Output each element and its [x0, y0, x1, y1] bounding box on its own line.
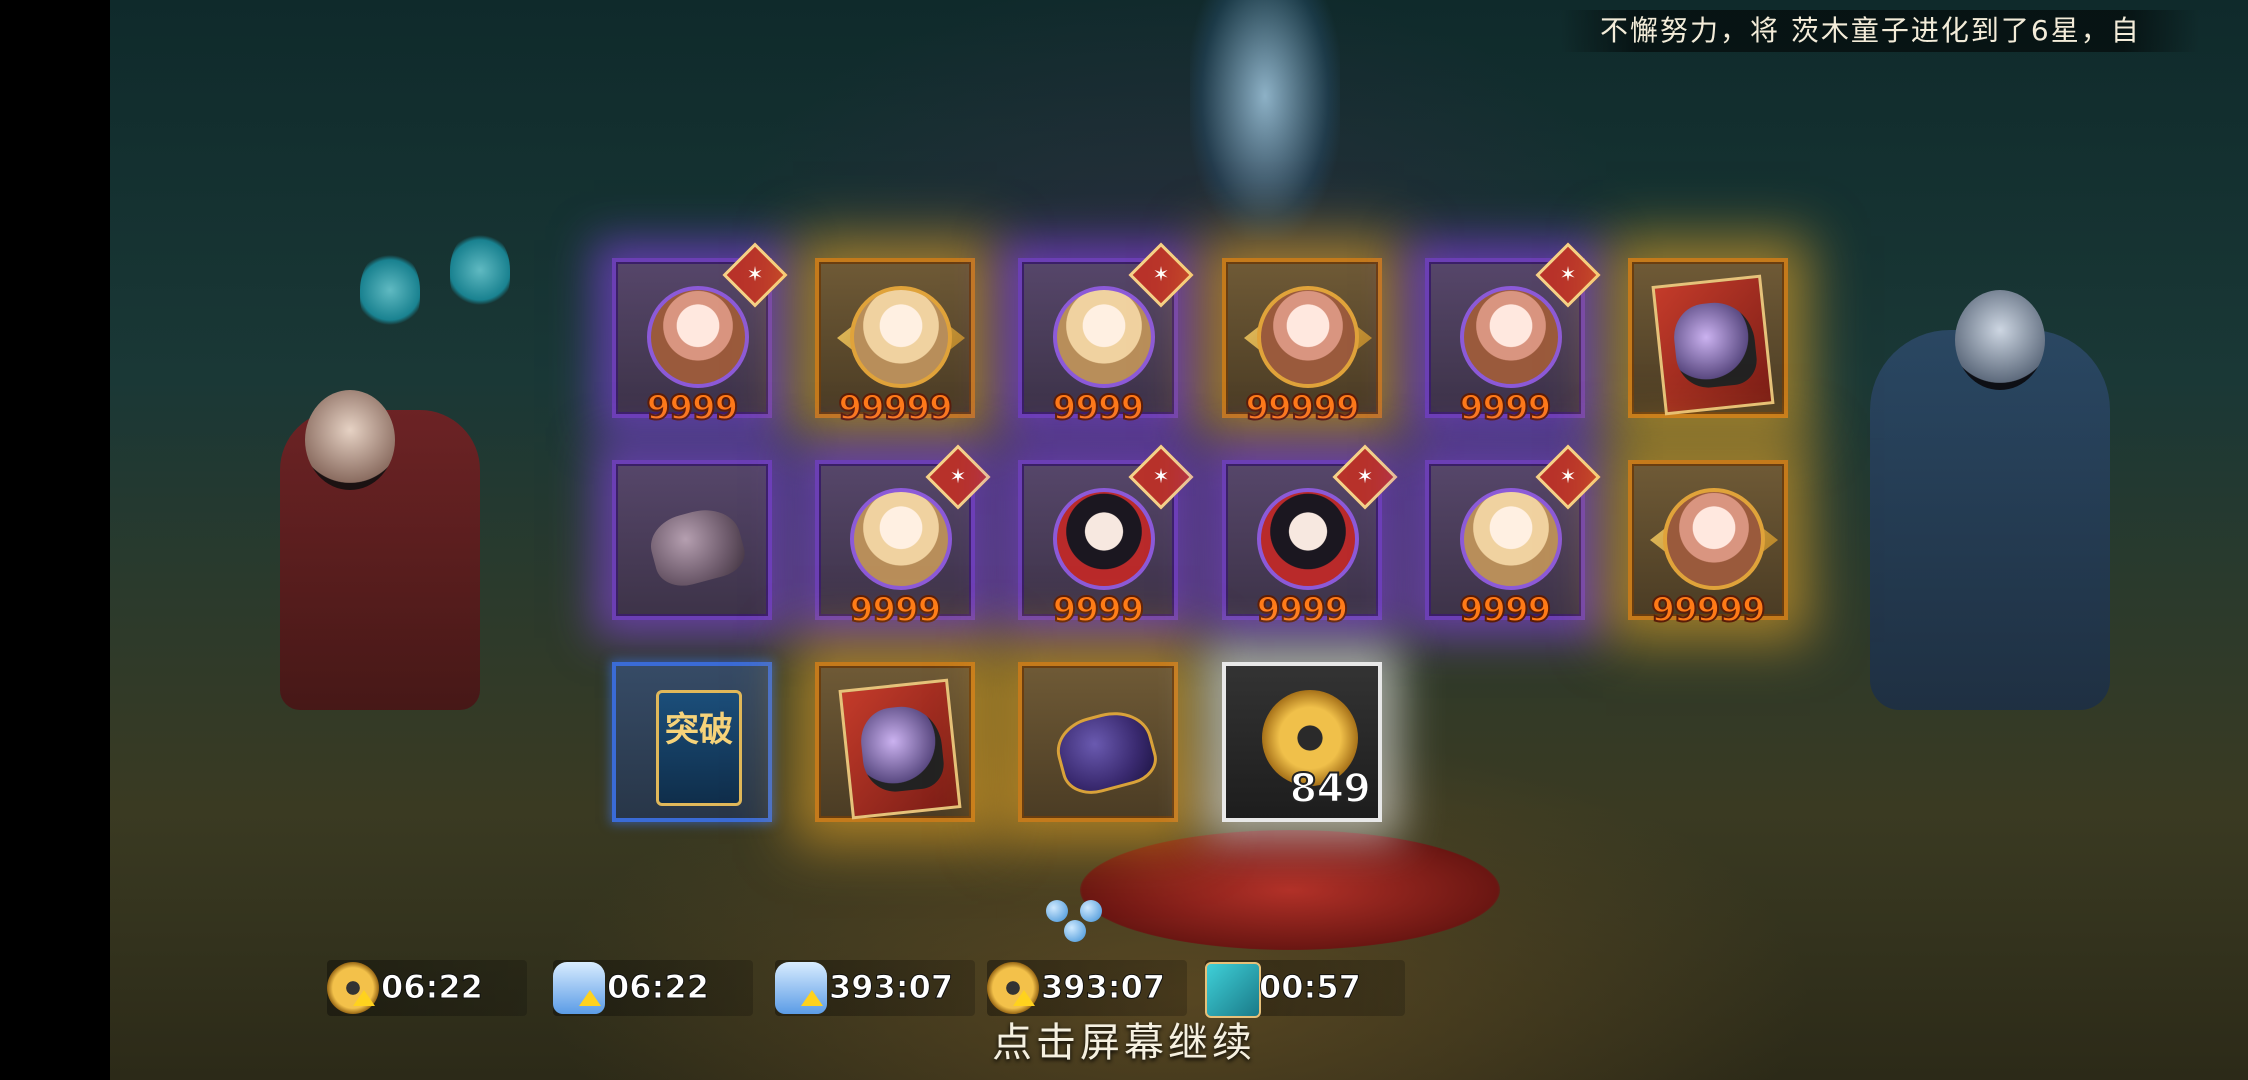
reward-item[interactable]: ✶ 9999 [1018, 242, 1194, 429]
dragon-card-icon [1651, 274, 1775, 416]
magatama-stone-icon [1049, 702, 1163, 802]
blue-flame-icon [360, 250, 420, 330]
boost-timer: 06:22 [553, 960, 753, 1016]
shikigami-portrait-icon [1257, 286, 1359, 388]
reward-item[interactable]: 99999 [815, 258, 975, 429]
shikigami-portrait-icon [850, 488, 952, 590]
reward-item[interactable]: ✶ 9999 [612, 242, 788, 429]
shikigami-portrait-icon [1053, 286, 1155, 388]
timer-text: 00:57 [1259, 968, 1362, 1007]
blue-flame-icon [450, 230, 510, 310]
up-arrow-icon [579, 990, 601, 1006]
reward-quantity: 9999 [1052, 589, 1146, 631]
broom-icon: ✶ [1152, 262, 1170, 286]
timer-text: 06:22 [381, 968, 484, 1007]
reward-item[interactable]: ✶ 9999 [1425, 444, 1601, 631]
reward-item[interactable] [612, 460, 772, 620]
boost-timer: 393:07 [987, 960, 1187, 1016]
dragon-card-icon [838, 678, 962, 820]
red-cushion [1080, 830, 1500, 950]
coin-boost-icon [987, 962, 1039, 1014]
tap-to-continue[interactable]: 点击屏幕继续 [0, 1010, 2248, 1068]
breakthrough-scroll-icon: 突破 [656, 690, 742, 806]
broom-icon: ✶ [1356, 464, 1374, 488]
shikigami-portrait-icon [1053, 488, 1155, 590]
reward-quantity: 9999 [1052, 387, 1146, 429]
shikigami-portrait-icon [1460, 488, 1562, 590]
timer-text: 393:07 [828, 968, 954, 1007]
reward-item[interactable]: ✶ 9999 [1222, 444, 1398, 631]
up-arrow-icon [1013, 990, 1035, 1006]
shikigami-portrait-icon [1257, 488, 1359, 590]
reward-item[interactable]: ✶ 9999 [1018, 444, 1194, 631]
shikigami-portrait-icon [647, 286, 749, 388]
broom-icon: ✶ [1559, 464, 1577, 488]
reward-item[interactable]: 突破 [612, 662, 772, 822]
reward-item[interactable]: 99999 [1628, 460, 1788, 631]
broom-icon: ✶ [949, 464, 967, 488]
reward-item[interactable]: ✶ 9999 [815, 444, 991, 631]
reward-item[interactable]: ✶ 9999 [1425, 242, 1601, 429]
ticker-text: 不懈努力，将 茨木童子进化到了6星，自 [1600, 14, 2141, 47]
shikigami-portrait-icon [850, 286, 952, 388]
boost-timer: 393:07 [775, 960, 975, 1016]
reward-item[interactable] [815, 662, 975, 822]
battle-scene-background[interactable] [110, 0, 2248, 1080]
reward-quantity: 99999 [1650, 589, 1766, 631]
reward-quantity: 99999 [1244, 387, 1360, 429]
reward-item[interactable] [1628, 258, 1788, 418]
left-black-bar [0, 0, 110, 1080]
reward-quantity: 9999 [1459, 589, 1553, 631]
boost-timer: 00:57 [1205, 960, 1405, 1018]
magatama-stone-icon [644, 501, 750, 593]
reward-item[interactable] [1018, 662, 1178, 822]
reward-quantity: 99999 [837, 387, 953, 429]
reward-quantity: 9999 [646, 387, 740, 429]
reward-quantity: 9999 [1256, 589, 1350, 631]
shikigami-portrait-icon [1663, 488, 1765, 590]
shikigami-portrait-icon [1460, 286, 1562, 388]
right-character-head [1955, 290, 2045, 390]
timer-text: 393:07 [1040, 968, 1166, 1007]
up-arrow-icon [801, 990, 823, 1006]
timer-text: 06:22 [607, 968, 710, 1007]
reward-item[interactable]: 99999 [1222, 258, 1382, 429]
left-character-head [305, 390, 395, 490]
reward-quantity: 849 [1289, 765, 1373, 813]
boost-timer: 06:22 [327, 960, 527, 1016]
broom-icon: ✶ [1152, 464, 1170, 488]
up-arrow-icon [353, 990, 375, 1006]
announcement-ticker: 不懈努力，将 茨木童子进化到了6星，自 [1560, 10, 2200, 52]
jar-boost-icon [775, 962, 827, 1014]
reward-quantity: 9999 [849, 589, 943, 631]
blue-beads-icon [1040, 900, 1102, 950]
broom-icon: ✶ [746, 262, 764, 286]
broom-icon: ✶ [1559, 262, 1577, 286]
coin-boost-icon [327, 962, 379, 1014]
scroll-label: 突破 [665, 710, 733, 750]
dragon-figure [1190, 0, 1340, 240]
reward-item[interactable]: 849 [1222, 662, 1382, 822]
reward-quantity: 9999 [1459, 387, 1553, 429]
jar-boost-icon [553, 962, 605, 1014]
